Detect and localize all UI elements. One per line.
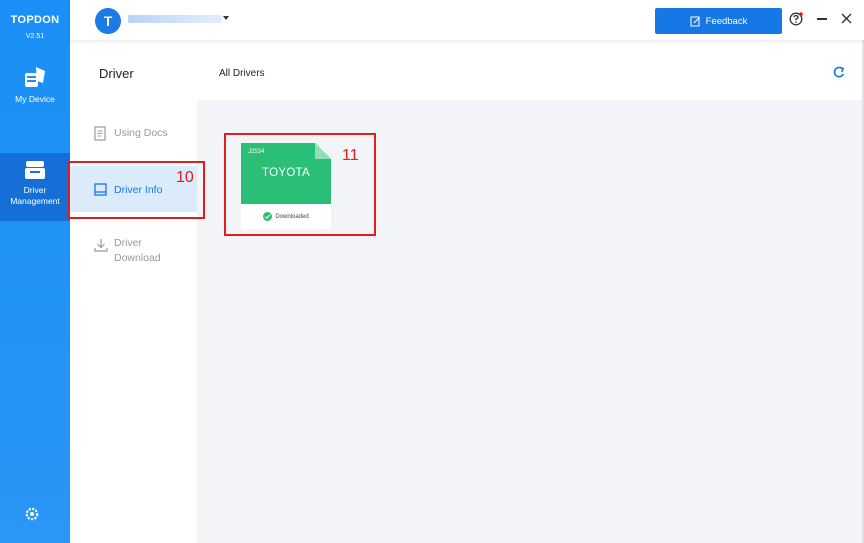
app-rail: TOPDON V2.51 My Device Driver Management (0, 0, 70, 543)
nav-item-using-docs[interactable]: Using Docs (70, 126, 197, 146)
device-icon (25, 67, 45, 87)
chevron-down-icon[interactable] (223, 16, 229, 20)
rail-label-my-device: My Device (15, 94, 55, 104)
settings-gear-icon[interactable] (25, 507, 39, 521)
top-bar: T Feedback (70, 0, 864, 40)
minimize-icon[interactable] (817, 18, 827, 20)
user-avatar[interactable]: T (95, 8, 121, 34)
subnav-title: Driver (99, 66, 134, 81)
app-version: V2.51 (25, 33, 45, 40)
nav-label-driver-download: Driver Download (114, 237, 161, 264)
feedback-label: Feedback (705, 15, 748, 27)
help-icon[interactable] (789, 12, 803, 26)
nav-item-driver-download[interactable]: Driver Download (70, 236, 197, 270)
rail-item-my-device[interactable]: My Device (0, 60, 70, 120)
close-icon[interactable] (841, 13, 852, 24)
driver-subnav: Driver Using Docs Driver Info Driver Dow… (70, 40, 197, 543)
refresh-icon[interactable] (832, 66, 845, 79)
content-title: All Drivers (219, 68, 265, 79)
rail-label-driver-management: Driver Management (10, 185, 60, 206)
rail-item-driver-management[interactable]: Driver Management (0, 153, 70, 221)
download-icon (94, 239, 108, 252)
brand-logo: TOPDON (10, 14, 60, 26)
driver-box-icon (25, 161, 45, 179)
nav-label-using-docs: Using Docs (114, 127, 168, 139)
callout-number-11: 11 (342, 147, 359, 164)
feedback-button[interactable]: Feedback (655, 8, 782, 34)
document-icon (94, 126, 106, 141)
content-header: All Drivers (197, 40, 864, 100)
feedback-edit-icon (690, 16, 700, 26)
username-redacted[interactable] (128, 15, 222, 23)
callout-number-10: 10 (176, 169, 194, 186)
